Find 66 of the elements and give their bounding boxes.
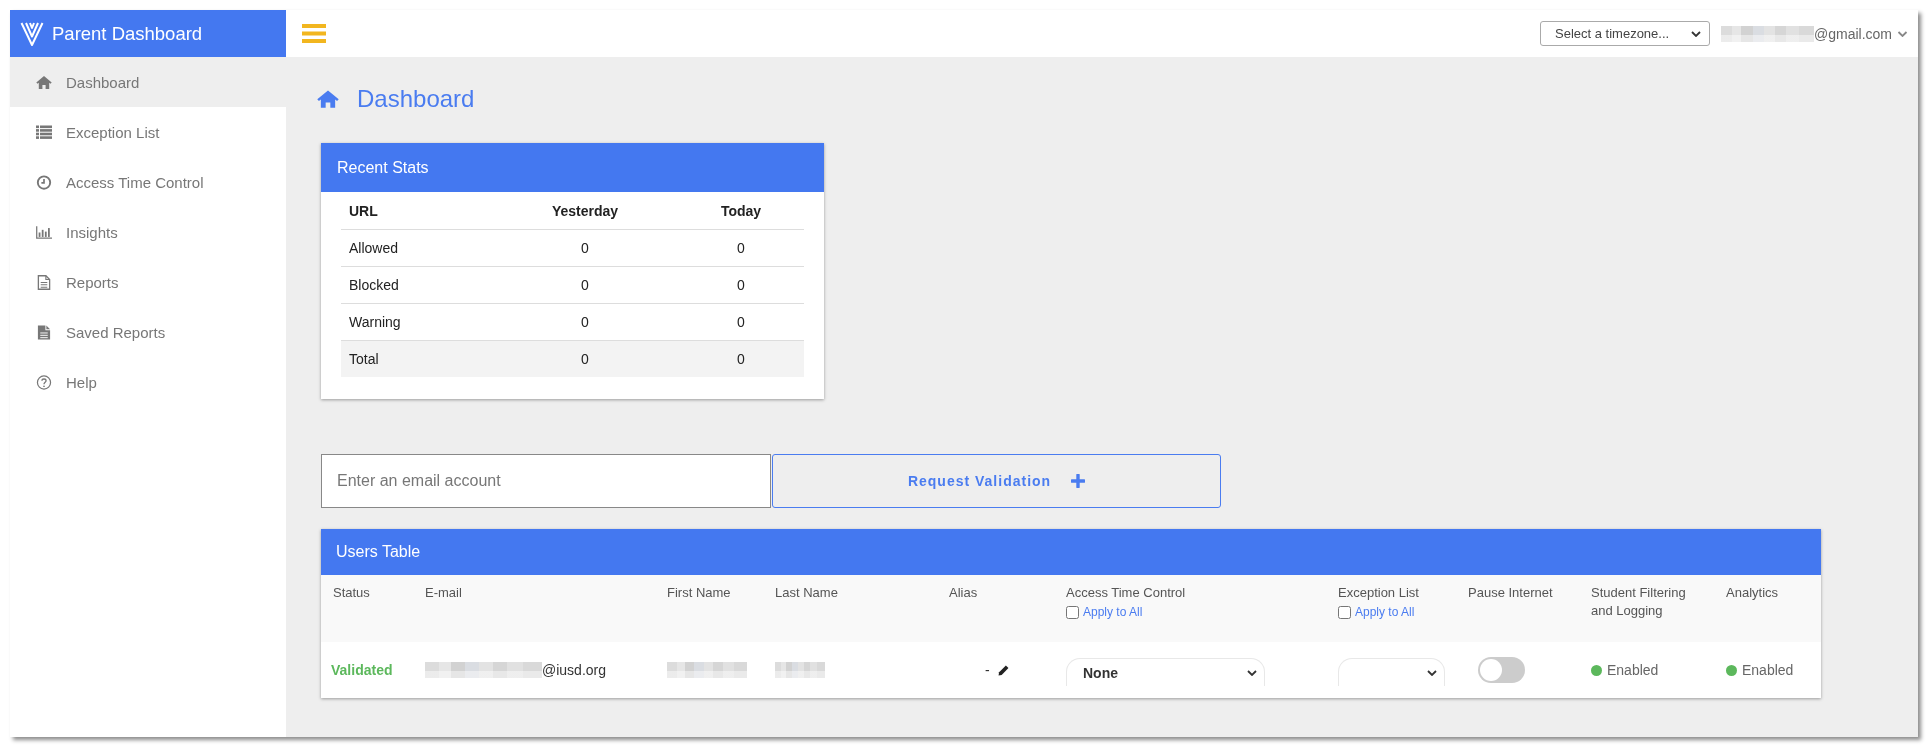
table-cell: 0 [581,277,589,293]
chevron-down-icon [1427,669,1437,676]
pencil-icon[interactable] [997,664,1009,676]
email-input[interactable]: Enter an email account [321,454,771,508]
email-text: @iusd.org [542,662,607,678]
column-header: First Name [667,584,731,602]
column-header: Today [720,202,762,219]
column-header: URL [349,202,378,219]
sidebar-item[interactable]: Help [10,357,286,407]
column-header: Yesterday [551,202,619,219]
apply-to-all-link[interactable]: Apply to All [1355,603,1415,621]
column-header: Pause Internet [1468,584,1553,602]
plus-icon [1071,474,1086,488]
logo-icon [20,20,44,47]
home-icon [36,74,52,90]
home-icon [317,90,339,108]
table-cell: 0 [581,351,589,367]
status-text: Enabled [1607,662,1659,678]
card-title: Recent Stats [337,158,429,177]
sidebar-item[interactable]: Reports [10,257,286,307]
column-header: Access Time Control [1066,584,1186,602]
table-cell: Allowed [349,240,399,256]
timezone-select[interactable]: Select a timezone... [1540,21,1710,46]
checkbox[interactable] [1338,605,1351,619]
list-icon [36,124,52,140]
clock-icon [36,174,52,190]
chevron-down-icon [1691,30,1701,37]
document-icon [36,324,52,340]
column-header: Student Filtering and Logging [1591,584,1687,620]
column-header: Exception List [1338,584,1419,602]
dropdown-select[interactable]: None [1066,658,1265,686]
table-cell: 0 [737,314,745,330]
column-header: Status [333,584,370,602]
table-cell: Blocked [349,277,399,293]
table-cell: Total [349,351,379,367]
alias-text: - [985,662,990,678]
apply-to-all-link[interactable]: Apply to All [1083,603,1143,621]
status-text: Enabled [1742,662,1794,678]
chevron-down-icon [1897,30,1908,37]
table-cell: 0 [581,240,589,256]
sidebar-item[interactable]: Saved Reports [10,307,286,357]
toggle-switch[interactable] [1478,657,1525,683]
sidebar-item[interactable]: Insights [10,207,286,257]
help-icon [36,374,52,390]
bar-chart-icon [36,224,52,240]
checkbox[interactable] [1066,605,1079,619]
column-header: E-mail [425,584,462,602]
sidebar-item[interactable]: Dashboard [10,57,286,107]
card-title: Users Table [336,543,421,561]
brand-title: Parent Dashboard [52,22,203,45]
column-header: Last Name [775,584,838,602]
sidebar-item[interactable]: Access Time Control [10,157,286,207]
table-cell: 0 [737,277,745,293]
user-menu[interactable]: @gmail.com [1721,25,1908,42]
document-icon [36,274,52,290]
table-cell: Warning [349,314,401,330]
sidebar-item[interactable]: Exception List [10,107,286,157]
page-title: Dashboard [357,84,475,114]
status-text: Validated [331,662,393,678]
column-header: Alias [949,584,978,602]
table-cell: 0 [581,314,589,330]
table-cell: 0 [737,240,745,256]
table-cell: 0 [737,351,745,367]
column-header: Analytics [1726,584,1779,602]
request-validation-button[interactable]: Request Validation [772,454,1221,508]
chevron-down-icon [1247,669,1257,676]
